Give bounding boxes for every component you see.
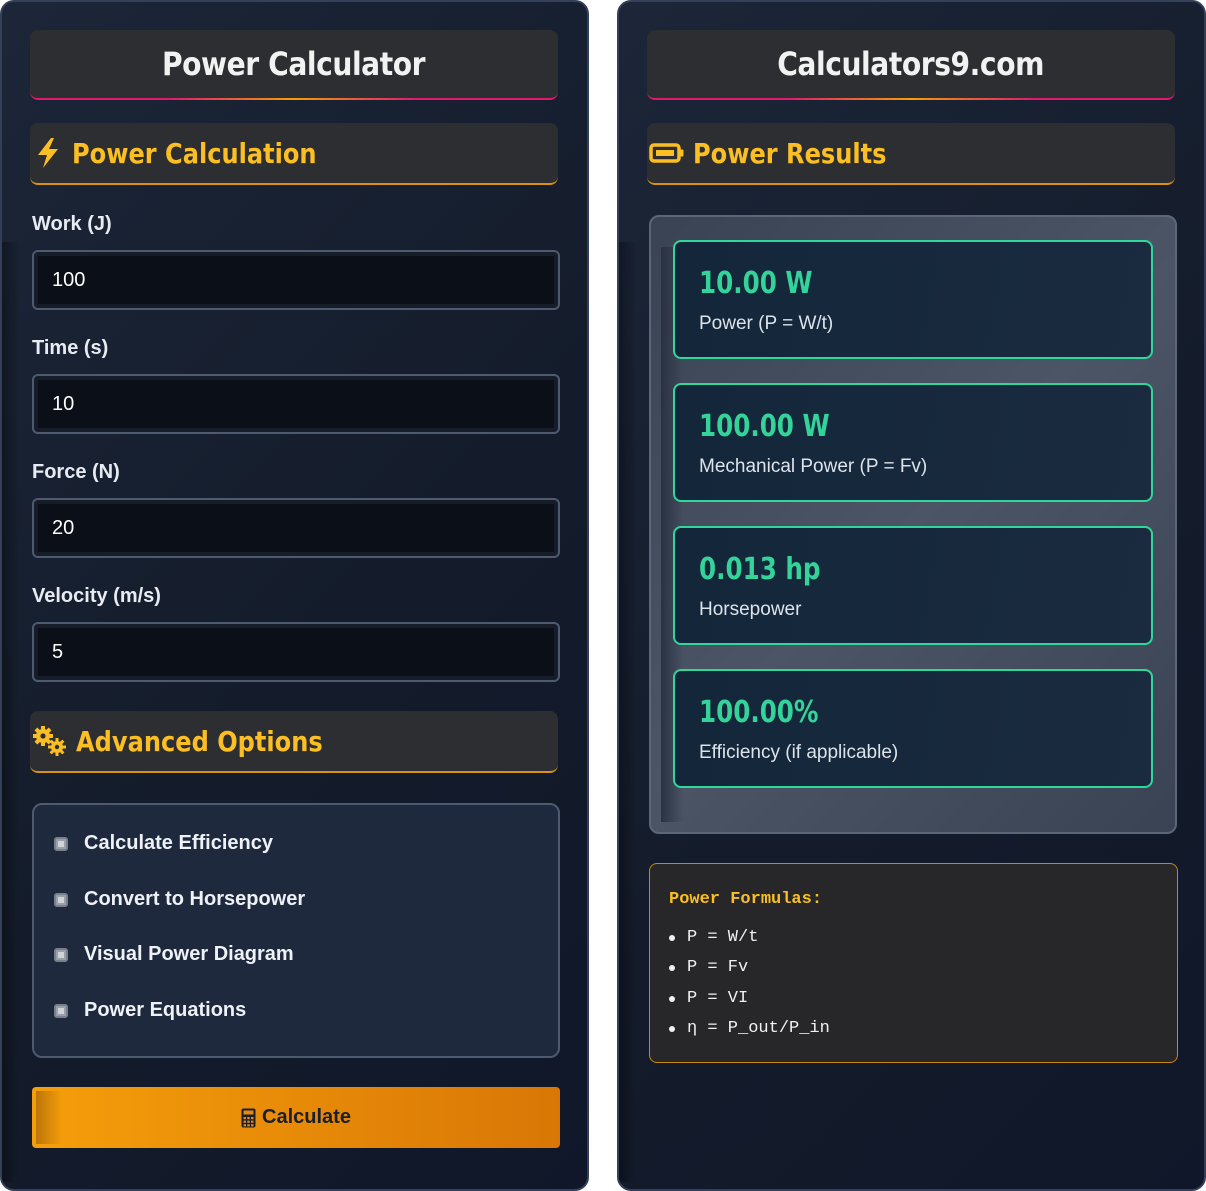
result-label: Efficiency (if applicable) (699, 742, 899, 763)
result-card-power: 10.00 W Power (P = W/t) (673, 240, 1153, 359)
option-power-equations[interactable]: Power Equations (54, 999, 246, 1022)
formula-item: P = Fv (669, 958, 748, 977)
option-convert-horsepower[interactable]: Convert to Horsepower (54, 888, 305, 911)
result-value: 10.00 W (699, 266, 813, 301)
checkbox[interactable] (54, 836, 68, 851)
result-card-efficiency: 100.00% Efficiency (if applicable) (673, 669, 1153, 788)
force-label: Force (N) (32, 461, 120, 483)
results-container: 10.00 W Power (P = W/t) 100.00 W Mechani… (649, 215, 1177, 834)
section-title: Power Calculation (72, 136, 317, 170)
force-input[interactable] (32, 498, 560, 558)
calculator-icon (241, 1108, 256, 1128)
result-card-horsepower: 0.013 hp Horsepower (673, 526, 1153, 645)
result-label: Mechanical Power (P = Fv) (699, 456, 928, 477)
checkbox[interactable] (54, 1003, 68, 1018)
formula-item: η = P_out/P_in (669, 1019, 830, 1038)
bullet (669, 1025, 675, 1032)
option-label: Power Equations (84, 999, 247, 1021)
calculate-button[interactable]: Calculate (32, 1087, 560, 1148)
bullet (669, 934, 675, 941)
option-label: Calculate Efficiency (84, 832, 273, 854)
checkbox[interactable] (54, 947, 68, 962)
section-title: Advanced Options (76, 724, 323, 758)
velocity-label: Velocity (m/s) (32, 585, 161, 607)
section-title: Power Results (693, 136, 887, 170)
formula-text: P = VI (687, 989, 749, 1008)
bullet (669, 995, 675, 1002)
formula-text: η = P_out/P_in (687, 1019, 830, 1038)
site-title: Calculators9.com (777, 45, 1045, 83)
time-label: Time (s) (32, 337, 109, 359)
option-label: Convert to Horsepower (84, 888, 306, 910)
calculator-title-bar: Power Calculator (30, 30, 558, 100)
result-value: 0.013 hp (699, 552, 821, 587)
result-label: Power (P = W/t) (699, 313, 834, 334)
calculator-panel: Power Calculator Power Calculation Work … (0, 0, 589, 1191)
page-title: Power Calculator (162, 45, 426, 83)
formula-item: P = W/t (669, 928, 758, 947)
work-label: Work (J) (32, 213, 112, 235)
time-input[interactable] (32, 374, 560, 434)
option-calculate-efficiency[interactable]: Calculate Efficiency (54, 832, 273, 855)
advanced-options-list: Calculate Efficiency Convert to Horsepow… (32, 803, 560, 1058)
formula-text: P = Fv (687, 958, 749, 977)
site-title-bar: Calculators9.com (647, 30, 1175, 100)
option-visual-diagram[interactable]: Visual Power Diagram (54, 943, 294, 966)
results-panel: Calculators9.com Power Results 10.00 W P… (617, 0, 1206, 1191)
power-formulas-box: Power Formulas: P = W/t P = Fv P = VI η … (649, 863, 1178, 1063)
checkbox[interactable] (54, 892, 68, 907)
bullet (669, 964, 675, 971)
result-value: 100.00 W (699, 409, 830, 444)
power-results-header: Power Results (647, 123, 1175, 185)
result-label: Horsepower (699, 599, 802, 620)
gears-icon (30, 723, 70, 759)
calculate-button-label: Calculate (262, 1106, 351, 1128)
formula-text: P = W/t (687, 928, 759, 947)
option-label: Visual Power Diagram (84, 943, 294, 965)
lightning-icon (30, 135, 66, 171)
result-value: 100.00% (699, 695, 819, 730)
battery-icon (647, 135, 687, 171)
formula-item: P = VI (669, 989, 748, 1008)
power-calculation-header: Power Calculation (30, 123, 558, 185)
work-input[interactable] (32, 250, 560, 310)
formulas-title: Power Formulas: (669, 890, 823, 909)
advanced-options-header: Advanced Options (30, 711, 558, 773)
velocity-input[interactable] (32, 622, 560, 682)
result-card-mechanical-power: 100.00 W Mechanical Power (P = Fv) (673, 383, 1153, 502)
